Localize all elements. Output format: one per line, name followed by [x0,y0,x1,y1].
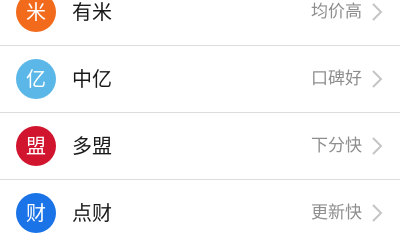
list-item-duomeng[interactable]: 盟 多盟 下分快 [0,113,400,180]
platform-tag: 下分快 [311,136,362,156]
diancai-logo-icon: 财 [16,193,56,233]
platform-tag: 均价高 [311,2,362,22]
chevron-right-icon [372,137,383,155]
duomeng-logo-glyph: 盟 [26,134,46,158]
youmi-logo-glyph: 米 [26,0,46,24]
platform-name: 点财 [72,201,112,225]
chevron-right-icon [372,204,383,222]
list-item-zhongyi[interactable]: 亿 中亿 口碑好 [0,46,400,113]
platform-name: 有米 [72,0,112,24]
platform-tag: 更新快 [311,203,362,223]
list-item-youmi[interactable]: 米 有米 均价高 [0,0,400,46]
platform-name: 多盟 [72,134,112,158]
list-item-diancai[interactable]: 财 点财 更新快 [0,180,400,247]
chevron-right-icon [372,70,383,88]
chevron-right-icon [372,3,383,21]
zhongyi-logo-glyph: 亿 [26,67,46,91]
platform-name: 中亿 [72,67,112,91]
diancai-logo-glyph: 财 [26,201,46,225]
youmi-logo-icon: 米 [16,0,56,32]
duomeng-logo-icon: 盟 [16,126,56,166]
zhongyi-logo-icon: 亿 [16,59,56,99]
platform-tag: 口碑好 [311,69,362,89]
ad-platform-list: 米 有米 均价高 亿 中亿 口碑好 盟 多盟 下分快 财 点财 更新快 [0,0,400,247]
